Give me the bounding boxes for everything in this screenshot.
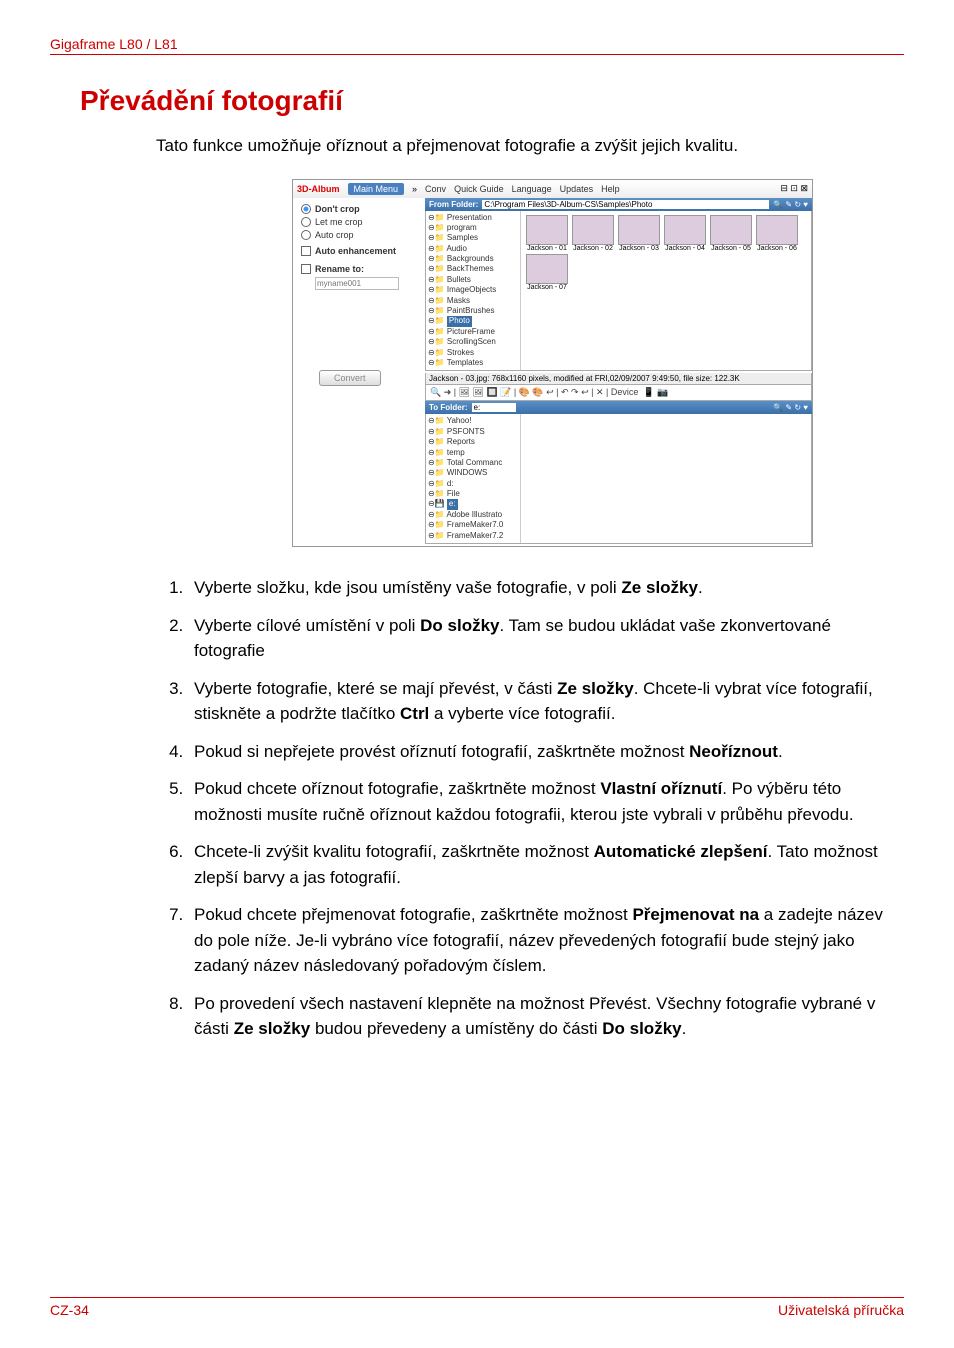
radio-auto-crop[interactable]: Auto crop [301,230,419,240]
menu-main[interactable]: Main Menu [348,183,405,195]
expand-icon[interactable]: » [412,184,417,194]
app-menubar: 3D-Album Main Menu » Conv Quick Guide La… [293,180,812,198]
step-5: Pokud chcete oříznout fotografie, zaškrt… [188,776,904,827]
menu-quick[interactable]: Quick Guide [454,184,504,194]
check-rename[interactable]: Rename to: [301,264,419,274]
menu-lang[interactable]: Language [512,184,552,194]
window-controls[interactable]: ⊟ ⊡ ⊠ [780,183,808,194]
screenshot: 3D-Album Main Menu » Conv Quick Guide La… [292,179,813,548]
radio-icon [301,204,311,214]
to-folder-bar: To Folder: 🔍 ✎ ↻ ♥ [425,401,812,414]
page-title: Převádění fotografií [80,85,904,117]
radio-dont-crop[interactable]: Don't crop [301,204,419,214]
step-2: Vyberte cílové umístění v poli Do složky… [188,613,904,664]
radio-icon [301,230,311,240]
to-folder-label: To Folder: [429,403,468,412]
step-7: Pokud chcete přejmenovat fotografie, zaš… [188,902,904,979]
instruction-list: Vyberte složku, kde jsou umístěny vaše f… [188,575,904,1042]
convert-button[interactable]: Convert [319,370,381,386]
check-icon [301,246,311,256]
toolbar-icons[interactable]: 🔍 ✎ ↻ ♥ [773,403,808,412]
to-thumbs[interactable] [521,414,811,543]
radio-let-crop[interactable]: Let me crop [301,217,419,227]
to-pane: ⊖📁 Yahoo!⊖📁 PSFONTS⊖📁 Reports⊖📁 temp⊖📁 T… [425,414,812,544]
menu-conv[interactable]: Conv [425,184,446,194]
step-3: Vyberte fotografie, které se mají převés… [188,676,904,727]
app-brand: 3D-Album [297,184,340,194]
from-tree[interactable]: ⊖📁 Presentation⊖📁 program⊖📁 Samples⊖📁 Au… [426,211,521,371]
menu-help[interactable]: Help [601,184,620,194]
status-bar: Jackson - 03.jpg: 768x1160 pixels, modif… [425,373,812,385]
check-auto-enhance[interactable]: Auto enhancement [301,246,419,256]
footer: CZ-34 Uživatelská příručka [50,1297,904,1318]
step-4: Pokud si nepřejete provést oříznutí foto… [188,739,904,765]
options-panel: Don't crop Let me crop Auto crop Auto en… [293,198,425,547]
from-folder-bar: From Folder: 🔍 ✎ ↻ ♥ [425,198,812,211]
to-folder-path[interactable] [472,403,516,412]
step-8: Po provedení všech nastavení klepněte na… [188,991,904,1042]
page-number: CZ-34 [50,1302,89,1318]
step-1: Vyberte složku, kde jsou umístěny vaše f… [188,575,904,601]
from-pane: ⊖📁 Presentation⊖📁 program⊖📁 Samples⊖📁 Au… [425,211,812,372]
step-6: Chcete-li zvýšit kvalitu fotografií, zaš… [188,839,904,890]
menu-updates[interactable]: Updates [560,184,594,194]
check-icon [301,264,311,274]
toolbar[interactable]: 🔍 ➜ | 🖼 🖼 🔲 📝 | 🎨 🎨 ↩ | ↶ ↷ ↩ | ✕ | Devi… [425,385,812,401]
page-header: Gigaframe L80 / L81 [50,36,904,55]
footer-title: Uživatelská příručka [778,1302,904,1318]
intro-text: Tato funkce umožňuje oříznout a přejmeno… [156,133,816,159]
toolbar-icons[interactable]: 🔍 ✎ ↻ ♥ [773,200,808,209]
from-thumbs[interactable]: Jackson - 01Jackson - 02Jackson - 03Jack… [521,211,811,371]
from-folder-path[interactable] [482,200,769,209]
to-tree[interactable]: ⊖📁 Yahoo!⊖📁 PSFONTS⊖📁 Reports⊖📁 temp⊖📁 T… [426,414,521,543]
from-folder-label: From Folder: [429,200,478,209]
rename-input[interactable] [315,277,399,290]
radio-icon [301,217,311,227]
